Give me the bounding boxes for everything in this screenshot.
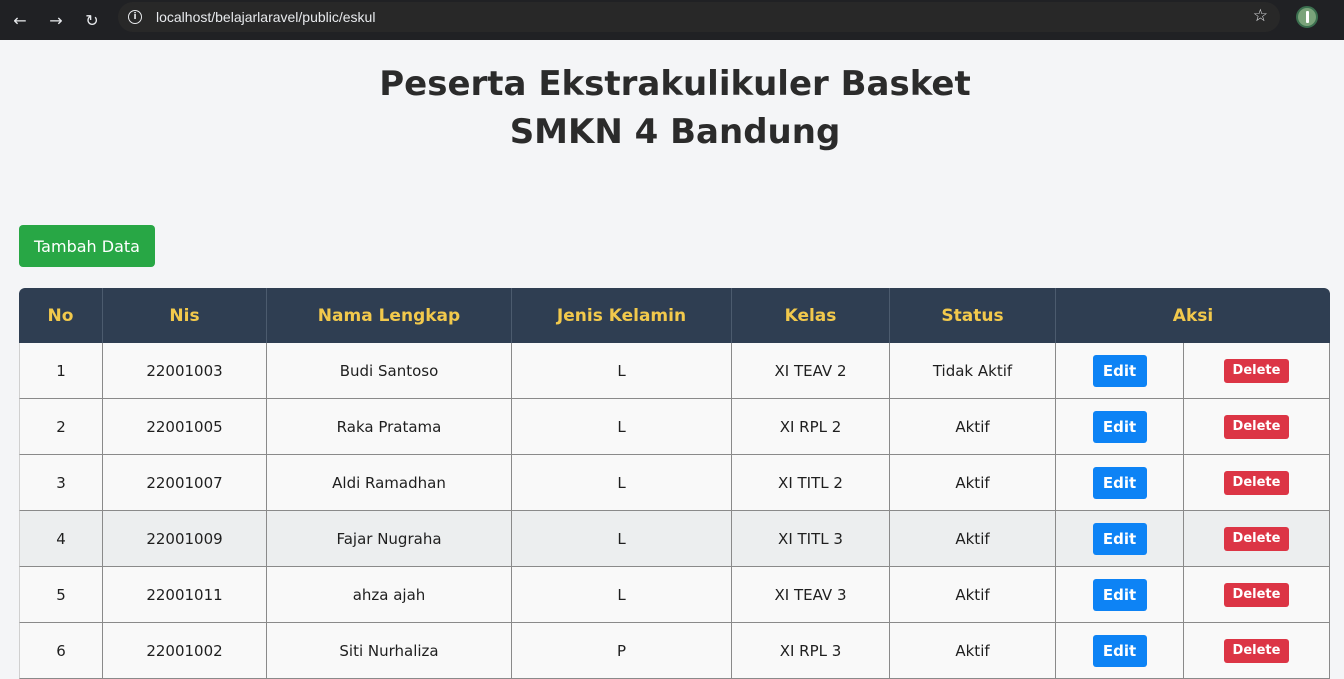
cell-edit: Edit (1056, 455, 1184, 511)
page-title-line2: SMKN 4 Bandung (509, 112, 841, 152)
cell-edit: Edit (1056, 623, 1184, 679)
edit-button[interactable]: Edit (1092, 410, 1147, 443)
cell-edit: Edit (1056, 567, 1184, 623)
table-header-row: No Nis Nama Lengkap Jenis Kelamin Kelas … (19, 288, 1330, 343)
cell-no: 6 (19, 623, 103, 679)
table-row: 4 22001009 Fajar Nugraha L XI TITL 3 Akt… (19, 511, 1330, 567)
edit-button[interactable]: Edit (1092, 578, 1147, 611)
delete-button[interactable]: Delete (1224, 358, 1289, 383)
cell-delete: Delete (1184, 623, 1330, 679)
cell-jenis-kelamin: L (512, 567, 732, 623)
cell-no: 5 (19, 567, 103, 623)
address-bar[interactable]: i localhost/belajarlaravel/public/eskul … (118, 2, 1280, 32)
cell-jenis-kelamin: L (512, 511, 732, 567)
delete-button[interactable]: Delete (1224, 638, 1289, 663)
table-row: 1 22001003 Budi Santoso L XI TEAV 2 Tida… (19, 343, 1330, 399)
cell-kelas: XI RPL 3 (732, 623, 890, 679)
cell-nis: 22001003 (103, 343, 267, 399)
header-status: Status (890, 288, 1056, 343)
cell-nis: 22001005 (103, 399, 267, 455)
cell-nis: 22001011 (103, 567, 267, 623)
header-nis: Nis (103, 288, 267, 343)
browser-menu-icon[interactable]: ⋮ (1338, 6, 1344, 30)
table-row: 3 22001007 Aldi Ramadhan L XI TITL 2 Akt… (19, 455, 1330, 511)
cell-no: 3 (19, 455, 103, 511)
cell-status: Tidak Aktif (890, 343, 1056, 399)
cell-kelas: XI TITL 2 (732, 455, 890, 511)
delete-button[interactable]: Delete (1224, 526, 1289, 551)
cell-nama: Fajar Nugraha (267, 511, 512, 567)
cell-delete: Delete (1184, 455, 1330, 511)
cell-delete: Delete (1184, 511, 1330, 567)
edit-button[interactable]: Edit (1092, 634, 1147, 667)
back-icon[interactable]: ← (6, 6, 34, 34)
site-info-icon[interactable]: i (128, 10, 142, 24)
forward-icon[interactable]: → (42, 6, 70, 34)
header-jenis-kelamin: Jenis Kelamin (512, 288, 732, 343)
cell-nama: ahza ajah (267, 567, 512, 623)
cell-jenis-kelamin: L (512, 343, 732, 399)
url-text[interactable]: localhost/belajarlaravel/public/eskul (156, 9, 375, 25)
cell-status: Aktif (890, 455, 1056, 511)
edit-button[interactable]: Edit (1092, 522, 1147, 555)
cell-kelas: XI RPL 2 (732, 399, 890, 455)
cell-status: Aktif (890, 623, 1056, 679)
cell-edit: Edit (1056, 511, 1184, 567)
table-row: 6 22001002 Siti Nurhaliza P XI RPL 3 Akt… (19, 623, 1330, 679)
bookmark-star-icon[interactable]: ☆ (1253, 6, 1268, 26)
cell-nama: Siti Nurhaliza (267, 623, 512, 679)
reload-icon[interactable]: ↻ (78, 6, 106, 34)
browser-toolbar: ← → ↻ i localhost/belajarlaravel/public/… (0, 0, 1344, 40)
cell-status: Aktif (890, 511, 1056, 567)
cell-kelas: XI TEAV 2 (732, 343, 890, 399)
cell-edit: Edit (1056, 399, 1184, 455)
header-nama: Nama Lengkap (267, 288, 512, 343)
page-title: Peserta Ekstrakulikuler Basket SMKN 4 Ba… (0, 60, 1344, 156)
cell-jenis-kelamin: L (512, 455, 732, 511)
edit-button[interactable]: Edit (1092, 354, 1147, 387)
cell-nis: 22001009 (103, 511, 267, 567)
cell-nis: 22001007 (103, 455, 267, 511)
cell-nama: Budi Santoso (267, 343, 512, 399)
cell-delete: Delete (1184, 567, 1330, 623)
cell-jenis-kelamin: P (512, 623, 732, 679)
delete-button[interactable]: Delete (1224, 470, 1289, 495)
edit-button[interactable]: Edit (1092, 466, 1147, 499)
header-kelas: Kelas (732, 288, 890, 343)
cell-no: 1 (19, 343, 103, 399)
delete-button[interactable]: Delete (1224, 414, 1289, 439)
cell-no: 4 (19, 511, 103, 567)
delete-button[interactable]: Delete (1224, 582, 1289, 607)
cell-nama: Raka Pratama (267, 399, 512, 455)
cell-kelas: XI TITL 3 (732, 511, 890, 567)
cell-delete: Delete (1184, 343, 1330, 399)
cell-no: 2 (19, 399, 103, 455)
cell-jenis-kelamin: L (512, 399, 732, 455)
header-aksi: Aksi (1056, 288, 1330, 343)
cell-nis: 22001002 (103, 623, 267, 679)
cell-delete: Delete (1184, 399, 1330, 455)
cell-edit: Edit (1056, 343, 1184, 399)
cell-status: Aktif (890, 399, 1056, 455)
page-title-line1: Peserta Ekstrakulikuler Basket (379, 64, 971, 104)
add-data-button[interactable]: Tambah Data (19, 225, 155, 267)
table-row: 5 22001011 ahza ajah L XI TEAV 3 Aktif E… (19, 567, 1330, 623)
cell-kelas: XI TEAV 3 (732, 567, 890, 623)
cell-status: Aktif (890, 567, 1056, 623)
cell-nama: Aldi Ramadhan (267, 455, 512, 511)
participants-table: No Nis Nama Lengkap Jenis Kelamin Kelas … (19, 288, 1330, 679)
table-row: 2 22001005 Raka Pratama L XI RPL 2 Aktif… (19, 399, 1330, 455)
header-no: No (19, 288, 103, 343)
profile-avatar-icon[interactable] (1296, 6, 1318, 28)
